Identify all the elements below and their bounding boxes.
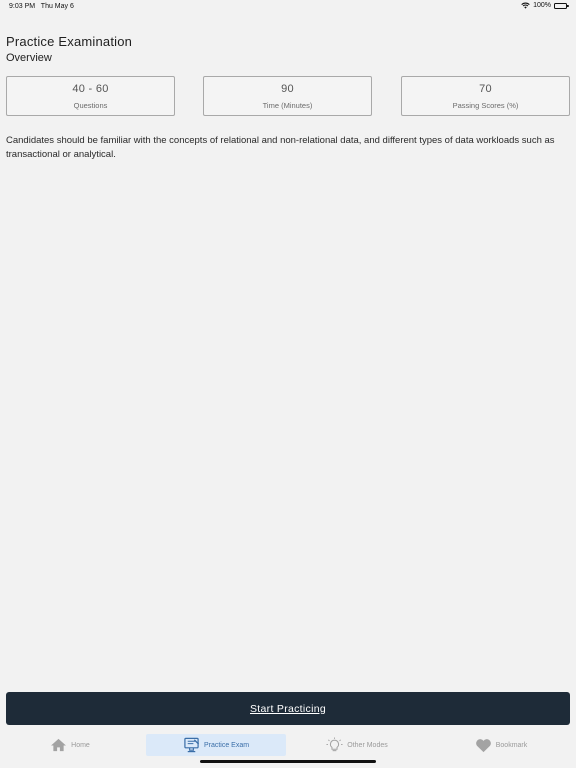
page-title: Practice Examination [6, 34, 133, 49]
tab-bookmark[interactable]: Bookmark [466, 734, 536, 756]
tab-label: Home [71, 741, 90, 749]
tab-home[interactable]: Home [40, 734, 100, 756]
heart-icon [475, 738, 491, 752]
tab-bar: Home Practice Exam Other Modes Bookmark [0, 732, 576, 758]
stat-value: 40 - 60 [72, 83, 109, 95]
lightbulb-icon [326, 737, 343, 752]
status-time-text: 9:03 PM [9, 3, 36, 10]
status-date-text: Thu May 6 [40, 3, 74, 10]
stat-label: Time (Minutes) [262, 101, 313, 110]
stat-value: 70 [479, 83, 492, 95]
status-bar: 9:03 PM Thu May 6 100% [0, 0, 576, 14]
tab-practice-exam[interactable]: Practice Exam [146, 734, 286, 756]
battery-icon [554, 2, 569, 9]
battery-percent: 100% [533, 2, 551, 9]
stat-value: 90 [281, 83, 294, 95]
start-practicing-button[interactable]: Start Practicing [6, 692, 570, 725]
home-icon [51, 738, 67, 752]
page-subtitle: Overview [6, 52, 52, 64]
status-indicators: 100% [521, 2, 569, 9]
wifi-icon [521, 2, 530, 9]
tab-label: Practice Exam [203, 741, 250, 749]
home-indicator[interactable] [200, 760, 376, 763]
exam-description: Candidates should be familiar with the c… [6, 135, 555, 160]
stat-label: Questions [73, 101, 108, 110]
stat-card-questions: 40 - 60 Questions [6, 76, 175, 116]
exam-stats: 40 - 60 Questions 90 Time (Minutes) 70 P… [6, 76, 570, 116]
status-time: 9:03 PM Thu May 6 [9, 3, 74, 10]
practice-exam-icon [184, 737, 199, 753]
tab-other-modes[interactable]: Other Modes [318, 734, 396, 756]
start-practicing-label: Start Practicing [250, 702, 326, 715]
tab-label: Other Modes [347, 741, 388, 749]
tab-label: Bookmark [495, 741, 528, 749]
stat-card-passing-score: 70 Passing Scores (%) [401, 76, 570, 116]
stat-card-time: 90 Time (Minutes) [203, 76, 372, 116]
stat-label: Passing Scores (%) [452, 101, 519, 110]
